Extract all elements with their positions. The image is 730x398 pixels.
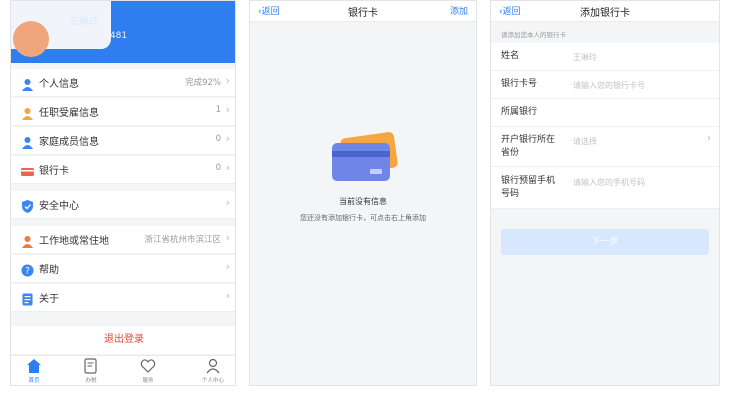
bank-field[interactable]: 所属银行 — [491, 99, 719, 127]
chevron-right-icon: › — [225, 161, 230, 174]
menu-employment-info[interactable]: 任职受雇信息 1 › — [11, 98, 235, 126]
nav-bar: ‹返回 添加银行卡 — [491, 1, 719, 22]
tab-label: 办税 — [85, 378, 97, 384]
menu-security-center[interactable]: 安全中心 › — [11, 191, 235, 219]
page-title: 添加银行卡 — [580, 8, 630, 19]
nav-bar: ‹返回 银行卡 添加 — [250, 1, 476, 22]
menu-label: 帮助 — [39, 265, 59, 276]
chevron-right-icon: › — [225, 103, 230, 116]
chevron-right-icon: › — [225, 260, 230, 273]
menu-label: 关于 — [39, 294, 59, 305]
menu-label: 任职受雇信息 — [39, 108, 99, 119]
menu-count: 1 — [215, 105, 221, 115]
svg-text:?: ? — [25, 267, 30, 277]
user-icon — [205, 358, 221, 374]
menu-label: 个人信息 — [39, 79, 79, 90]
add-bank-card-screen: ‹返回 添加银行卡 请添加您本人的银行卡 姓名 王琳玲 银行卡号 请输入您的银行… — [490, 0, 720, 386]
field-label: 姓名 — [501, 51, 520, 61]
user-phone: 153****7481 — [69, 31, 128, 41]
avatar[interactable] — [13, 21, 49, 57]
next-button[interactable]: 下一步 — [501, 229, 709, 255]
menu-label: 安全中心 — [39, 201, 79, 212]
field-label: 开户银行所在省份 — [501, 135, 556, 158]
chevron-right-icon: › — [225, 74, 230, 87]
menu-count: 0 — [215, 134, 221, 144]
menu-count: 0 — [215, 163, 221, 173]
tab-personal-center[interactable]: 个人中心 — [193, 358, 233, 384]
phone-field[interactable]: 银行预留手机号码 请输入您的手机号码 — [491, 167, 719, 209]
help-icon: ? — [21, 262, 34, 277]
card-number-input[interactable]: 请输入您的银行卡号 — [573, 80, 645, 91]
empty-state-title: 当前没有信息 — [339, 197, 387, 206]
menu-work-location[interactable]: 工作地或常住地 浙江省杭州市滨江区 › — [11, 226, 235, 254]
about-icon — [21, 291, 34, 306]
tab-label: 服务 — [142, 378, 154, 384]
menu-family-info[interactable]: 家庭成员信息 0 › — [11, 127, 235, 155]
field-label: 银行卡号 — [501, 79, 538, 89]
tab-label: 首页 — [28, 378, 40, 384]
province-field[interactable]: 开户银行所在省份 请选择 › — [491, 127, 719, 167]
shield-icon — [21, 198, 34, 213]
menu-help[interactable]: ? 帮助 › — [11, 255, 235, 283]
location-person-icon — [21, 233, 34, 248]
chevron-right-icon: › — [225, 132, 230, 145]
phone-input[interactable]: 请输入您的手机号码 — [573, 177, 645, 188]
tab-tax[interactable]: 办税 — [71, 358, 111, 384]
employment-icon — [21, 105, 34, 120]
tab-service[interactable]: 服务 — [128, 358, 168, 384]
tab-bar: 首页 办税 服务 个人中心 — [11, 355, 235, 385]
family-icon — [21, 134, 34, 149]
menu-personal-info[interactable]: 个人信息 完成92% › — [11, 69, 235, 97]
bank-card-list-screen: ‹返回 银行卡 添加 当前没有信息 您还没有添加银行卡，可点击右上角添加 — [249, 0, 477, 386]
add-button[interactable]: 添加 — [450, 4, 468, 17]
logout-button[interactable]: 退出登录 — [11, 326, 235, 354]
field-label: 银行预留手机号码 — [501, 176, 556, 199]
menu-label: 银行卡 — [39, 166, 69, 177]
chevron-right-icon: › — [225, 289, 230, 302]
page-title: 银行卡 — [348, 8, 378, 19]
home-icon — [26, 358, 42, 374]
bank-card-icon — [21, 163, 34, 176]
completion-value: 完成92% — [185, 78, 221, 88]
menu-about[interactable]: 关于 › — [11, 284, 235, 312]
location-value: 浙江省杭州市滨江区 — [144, 235, 221, 245]
province-select[interactable]: 请选择 — [573, 136, 597, 147]
tab-home[interactable]: 首页 — [14, 358, 54, 384]
field-label: 所属银行 — [501, 107, 538, 117]
tab-label: 个人中心 — [201, 378, 224, 384]
name-value: 王琳玲 — [573, 53, 597, 62]
personal-center-screen: 王琳玲 153****7481 个人信息 完成92% › 任职受雇信息 1 › … — [10, 0, 236, 386]
user-name: 王琳玲 — [69, 17, 99, 28]
heart-hand-icon — [140, 358, 156, 374]
menu-label: 工作地或常住地 — [39, 236, 109, 247]
person-icon — [21, 76, 34, 91]
bank-cards-illustration-icon — [326, 129, 406, 189]
name-field[interactable]: 姓名 王琳玲 — [491, 43, 719, 71]
chevron-right-icon: › — [225, 231, 230, 244]
chevron-right-icon: › — [707, 133, 711, 144]
empty-state-subtitle: 您还没有添加银行卡，可点击右上角添加 — [300, 214, 426, 222]
document-pen-icon — [83, 358, 99, 374]
menu-label: 家庭成员信息 — [39, 137, 99, 148]
form-hint: 请添加您本人的银行卡 — [501, 31, 566, 39]
chevron-right-icon: › — [225, 196, 230, 209]
menu-bank-card[interactable]: 银行卡 0 › — [11, 156, 235, 184]
card-number-field[interactable]: 银行卡号 请输入您的银行卡号 — [491, 71, 719, 99]
